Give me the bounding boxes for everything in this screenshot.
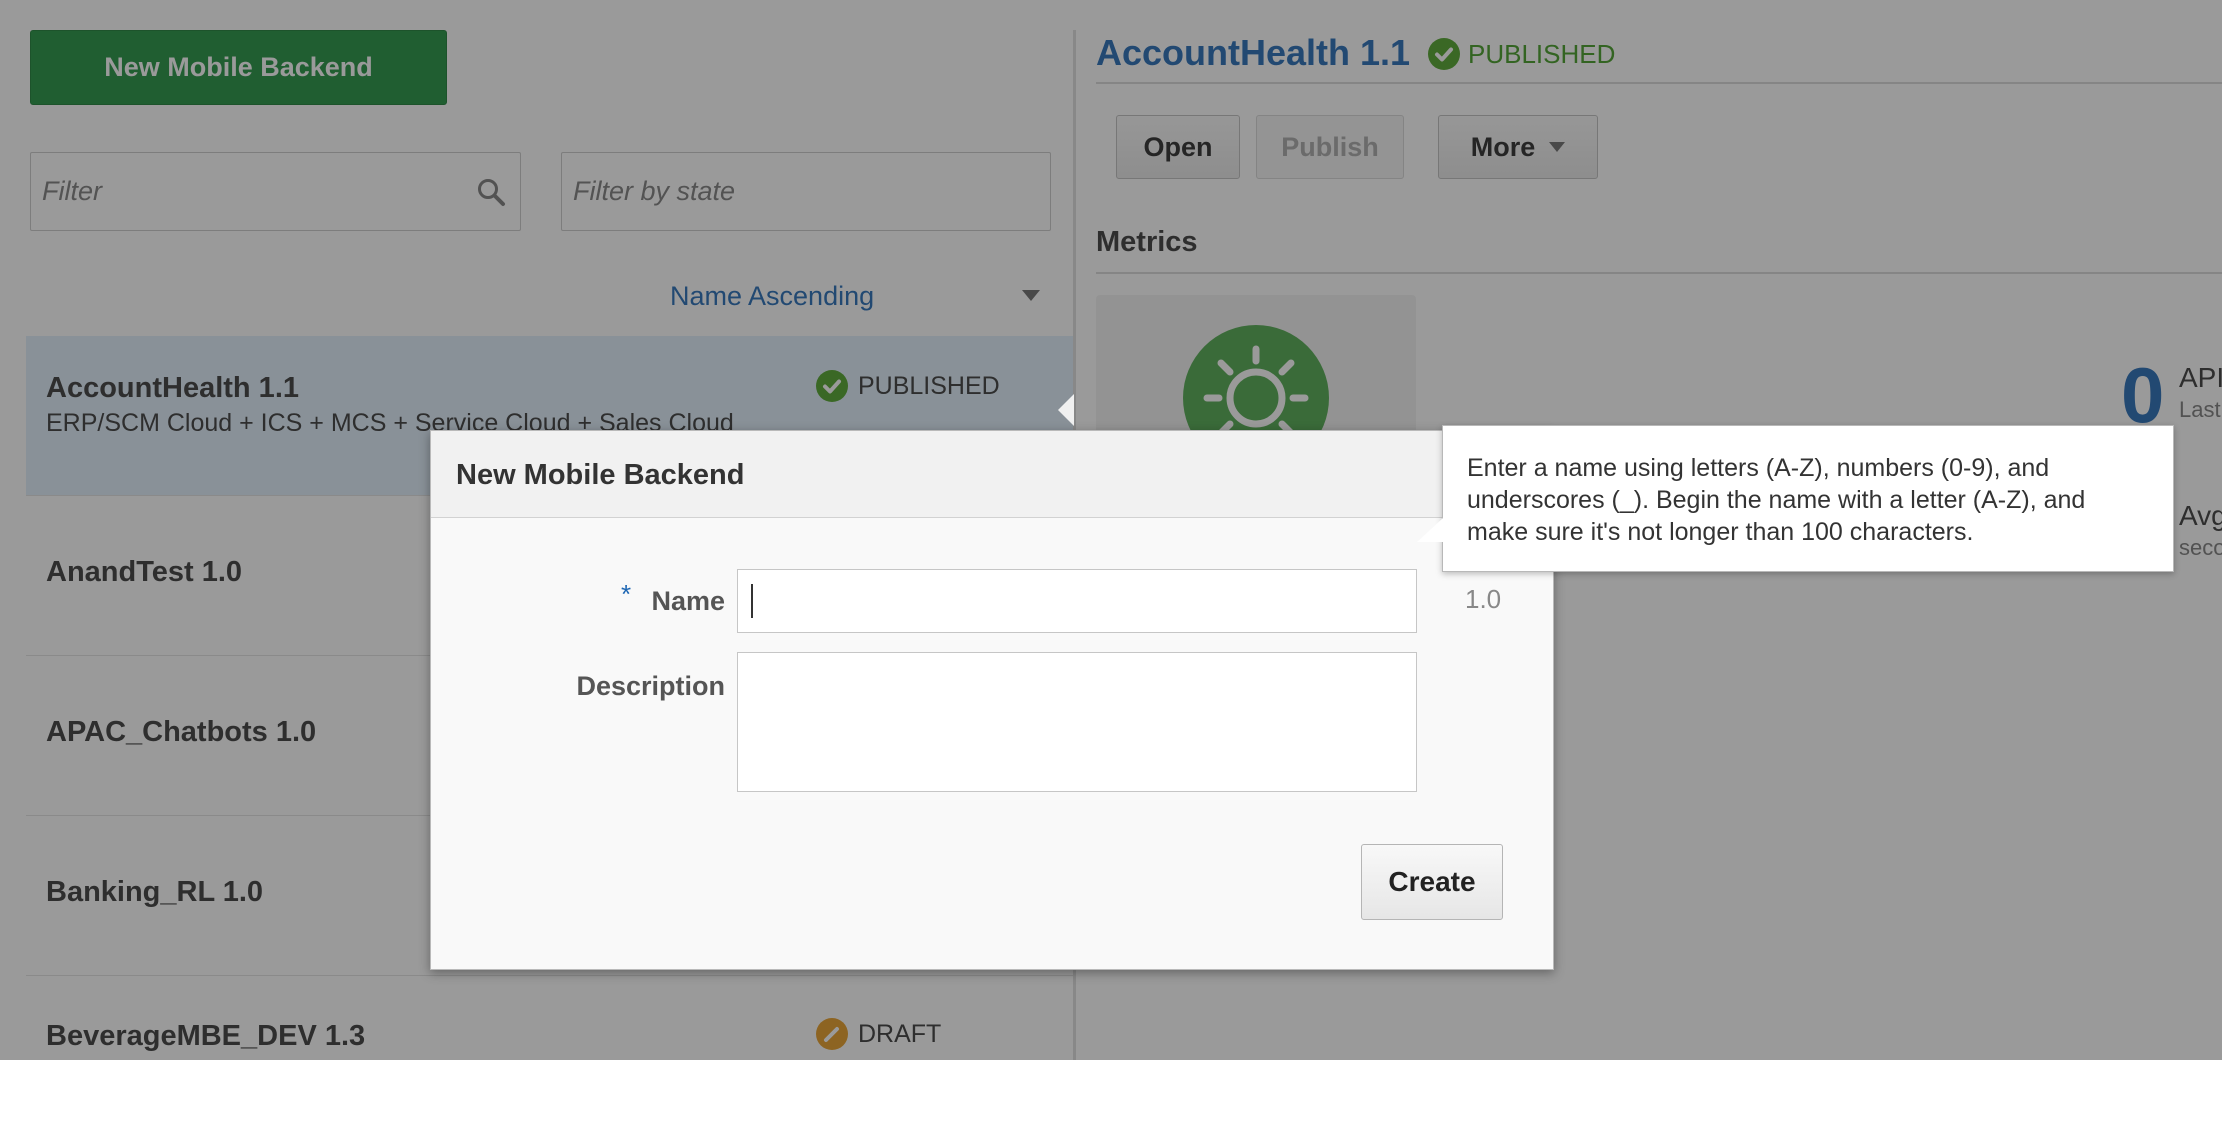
description-label: Description bbox=[576, 671, 725, 701]
dialog-header: New Mobile Backend bbox=[431, 431, 1553, 518]
name-label: Name bbox=[651, 586, 725, 616]
version-label: 1.0 bbox=[1465, 584, 1502, 614]
text-cursor bbox=[751, 584, 753, 618]
name-help-tooltip: Enter a name using letters (A-Z), number… bbox=[1417, 425, 2174, 572]
selection-pointer bbox=[1058, 394, 1074, 426]
description-textarea[interactable] bbox=[737, 652, 1417, 792]
create-button[interactable]: Create bbox=[1361, 844, 1503, 920]
tooltip-arrow bbox=[1417, 518, 1443, 542]
required-mark: * bbox=[621, 579, 632, 609]
name-input[interactable] bbox=[737, 569, 1417, 633]
new-mobile-backend-dialog: New Mobile Backend * Name 1.0 Descriptio… bbox=[430, 430, 1554, 970]
tooltip-text: Enter a name using letters (A-Z), number… bbox=[1467, 454, 2086, 546]
dialog-title: New Mobile Backend bbox=[456, 459, 745, 491]
